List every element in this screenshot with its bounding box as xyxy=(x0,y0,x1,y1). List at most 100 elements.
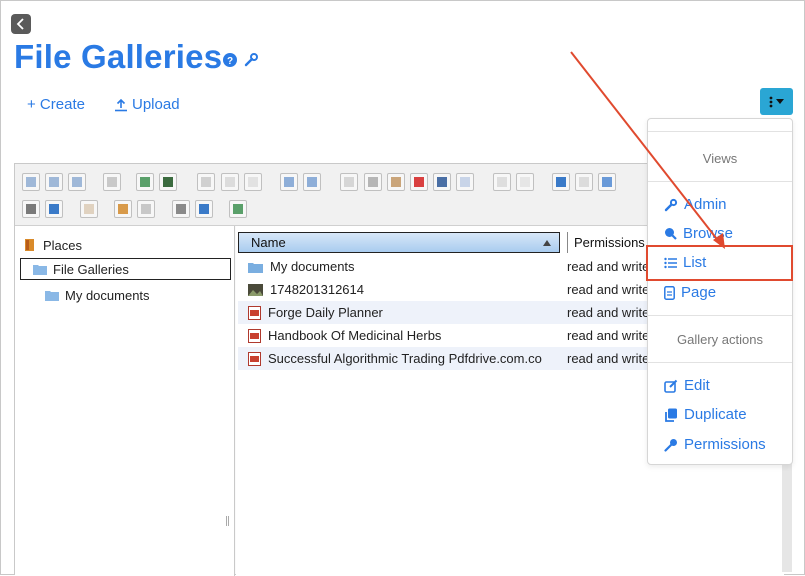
preview-tool-button[interactable] xyxy=(22,200,40,218)
sort-tool-button[interactable] xyxy=(137,200,155,218)
page-title: File Galleries xyxy=(14,38,223,75)
kebab-icon xyxy=(769,96,773,107)
mkdir-tool-button[interactable] xyxy=(136,173,154,191)
folder-icon xyxy=(33,265,47,275)
chevron-left-icon xyxy=(16,18,24,30)
key-icon xyxy=(664,438,677,452)
save-as-tool-button[interactable] xyxy=(221,173,239,191)
tree-item-places[interactable]: Places xyxy=(23,234,82,256)
permissions-cell: read and write xyxy=(567,351,650,366)
pdf-icon xyxy=(248,305,261,320)
copy-tool-button[interactable] xyxy=(340,173,358,191)
permissions-column-header[interactable]: Permissions xyxy=(567,232,645,253)
folder-icon xyxy=(45,291,59,301)
help-tool-button[interactable] xyxy=(195,200,213,218)
sort-ascending-icon xyxy=(543,240,551,246)
more-actions-button[interactable] xyxy=(760,88,793,115)
menu-item-label: Edit xyxy=(684,377,710,394)
edit-icon xyxy=(664,379,678,393)
reload-tool-button[interactable] xyxy=(103,173,121,191)
upload-link[interactable]: Upload xyxy=(114,96,180,113)
up-tool-button[interactable] xyxy=(68,173,86,191)
back-tool-button[interactable] xyxy=(22,173,40,191)
columns-view-tool-button[interactable] xyxy=(598,173,616,191)
create-label: + Create xyxy=(27,96,85,113)
select-tool-button[interactable] xyxy=(244,173,262,191)
folder-icon xyxy=(248,262,263,273)
menu-item-page[interactable]: Page xyxy=(664,284,716,301)
menu-item-duplicate[interactable]: Duplicate xyxy=(664,406,747,423)
file-name-cell: Forge Daily Planner xyxy=(248,305,383,320)
splitter-handle[interactable] xyxy=(226,516,229,526)
image-icon xyxy=(248,283,263,296)
menu-item-edit[interactable]: Edit xyxy=(664,377,710,394)
save-tool-button[interactable] xyxy=(159,173,177,191)
menu-item-label: Duplicate xyxy=(684,406,747,423)
pdf-icon xyxy=(248,351,261,366)
grid-tool-button[interactable] xyxy=(114,200,132,218)
tree-item-label: My documents xyxy=(65,287,150,303)
menu-item-permissions[interactable]: Permissions xyxy=(664,436,766,453)
table-row[interactable]: 1748201312614 read and write xyxy=(238,278,658,301)
menu-item-browse[interactable]: Browse xyxy=(664,225,733,242)
archive-tool-button[interactable] xyxy=(433,173,451,191)
forward-tool-button[interactable] xyxy=(45,173,63,191)
places-icon xyxy=(25,239,34,251)
delete-tool-button[interactable] xyxy=(410,173,428,191)
menu-item-label: Page xyxy=(681,284,717,301)
file-name: My documents xyxy=(270,259,355,274)
page-icon xyxy=(664,285,675,300)
table-row[interactable]: My documents read and write xyxy=(238,255,658,278)
folder-tree: Places File Galleries My documents xyxy=(15,226,235,576)
menu-item-label: Admin xyxy=(684,196,727,213)
edit-tool-button[interactable] xyxy=(516,173,534,191)
file-name-cell: My documents xyxy=(248,259,355,274)
dropdown-divider xyxy=(648,181,792,182)
info-tool-button[interactable] xyxy=(45,200,63,218)
duplicate-icon xyxy=(665,408,677,422)
permissions-cell: read and write xyxy=(567,328,650,343)
title-icons: ? xyxy=(223,52,259,68)
extract-tool-button[interactable] xyxy=(456,173,474,191)
name-column-header[interactable]: Name xyxy=(238,232,560,253)
help-icon[interactable]: ? xyxy=(223,53,237,67)
undo-tool-button[interactable] xyxy=(280,173,298,191)
menu-item-label: Browse xyxy=(683,225,734,242)
file-name-cell: 1748201312614 xyxy=(248,282,364,297)
dropdown-divider xyxy=(648,315,792,316)
open-tool-button[interactable] xyxy=(197,173,215,191)
tree-item-my-documents[interactable]: My documents xyxy=(45,284,150,306)
back-button[interactable] xyxy=(11,14,31,34)
wrench-icon[interactable] xyxy=(243,52,259,68)
file-name: Successful Algorithmic Trading Pdfdrive.… xyxy=(268,351,542,366)
create-link[interactable]: + Create xyxy=(27,96,85,113)
menu-item-admin[interactable]: Admin xyxy=(664,196,727,213)
permissions-column-label: Permissions xyxy=(574,235,645,250)
permissions-cell: read and write xyxy=(567,259,650,274)
upload-icon xyxy=(115,98,127,111)
paste-tool-button[interactable] xyxy=(387,173,405,191)
search-icon xyxy=(665,228,677,240)
table-row[interactable]: Handbook Of Medicinal Herbs read and wri… xyxy=(238,324,658,347)
settings-tool-button[interactable] xyxy=(172,200,190,218)
redo-tool-button[interactable] xyxy=(303,173,321,191)
dropdown-divider xyxy=(648,362,792,363)
file-name: Forge Daily Planner xyxy=(268,305,383,320)
list-view-tool-button[interactable] xyxy=(575,173,593,191)
rename-tool-button[interactable] xyxy=(493,173,511,191)
views-header: Views xyxy=(702,151,738,166)
quicklook-tool-button[interactable] xyxy=(80,200,98,218)
pdf-icon xyxy=(248,328,261,343)
icons-view-tool-button[interactable] xyxy=(552,173,570,191)
cut-tool-button[interactable] xyxy=(364,173,382,191)
tree-item-label: Places xyxy=(43,237,83,253)
dropdown-divider xyxy=(648,131,792,132)
svg-text:?: ? xyxy=(227,56,233,67)
permissions-cell: read and write xyxy=(567,282,650,297)
table-row[interactable]: Successful Algorithmic Trading Pdfdrive.… xyxy=(238,347,658,370)
gallery-actions-header: Gallery actions xyxy=(677,332,763,347)
table-row[interactable]: Forge Daily Planner read and write xyxy=(238,301,658,324)
fullscreen-tool-button[interactable] xyxy=(229,200,247,218)
file-name: Handbook Of Medicinal Herbs xyxy=(268,328,442,343)
tree-item-file-galleries[interactable]: File Galleries xyxy=(20,258,231,280)
